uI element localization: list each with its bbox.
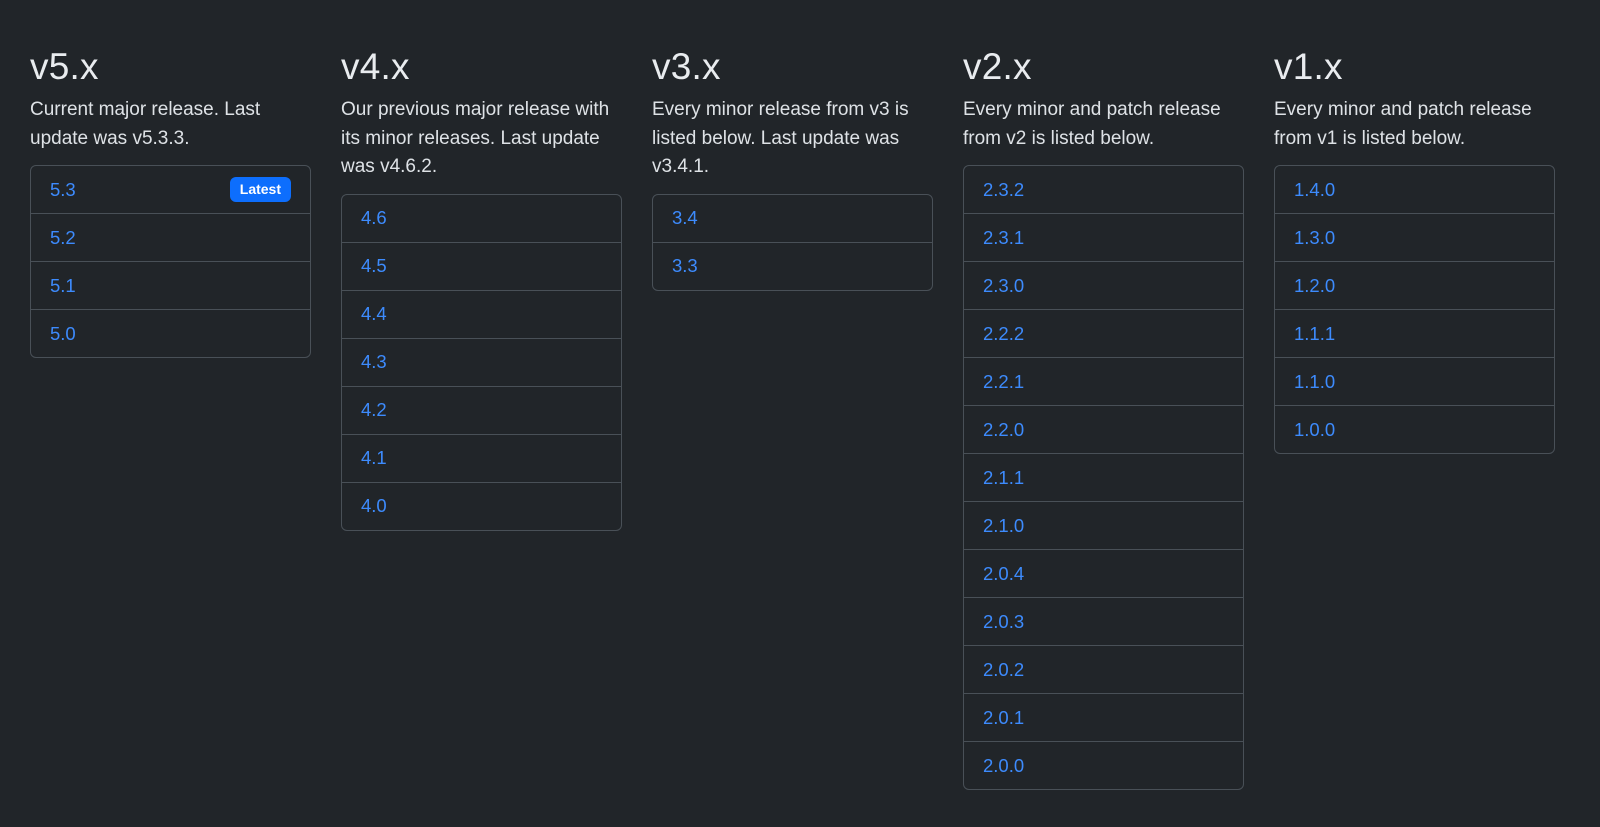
version-columns: v5.x Current major release. Last update …: [30, 42, 1555, 790]
version-item[interactable]: 1.4.0: [1275, 166, 1554, 213]
version-item[interactable]: 1.1.0: [1275, 357, 1554, 405]
version-item[interactable]: 2.3.2: [964, 166, 1243, 213]
version-link[interactable]: 4.1: [361, 447, 387, 469]
version-item[interactable]: 2.0.1: [964, 693, 1243, 741]
column-title: v2.x: [963, 46, 1032, 87]
column-description: Our previous major release with its mino…: [341, 99, 610, 177]
version-item[interactable]: 1.2.0: [1275, 261, 1554, 309]
version-item[interactable]: 2.2.1: [964, 357, 1243, 405]
version-link[interactable]: 4.6: [361, 207, 387, 229]
version-link[interactable]: 1.1.1: [1294, 323, 1335, 345]
version-item[interactable]: 4.5: [342, 241, 621, 290]
version-list: 3.4 3.3: [652, 193, 933, 291]
column-description: Current major release. Last update was v…: [30, 99, 261, 149]
version-item[interactable]: 4.2: [342, 385, 621, 434]
column-description: Every minor release from v3 is listed be…: [652, 99, 909, 177]
version-link[interactable]: 2.3.2: [983, 179, 1024, 201]
version-item[interactable]: 4.0: [342, 481, 621, 530]
version-link[interactable]: 5.1: [50, 275, 76, 297]
version-link[interactable]: 3.3: [672, 255, 698, 277]
version-link[interactable]: 4.5: [361, 255, 387, 277]
column-description: Every minor and patch release from v1 is…: [1274, 99, 1532, 149]
version-item[interactable]: 2.1.0: [964, 501, 1243, 549]
version-item[interactable]: 4.6: [342, 195, 621, 242]
column-title: v5.x: [30, 46, 99, 87]
version-link[interactable]: 1.2.0: [1294, 275, 1335, 297]
version-item[interactable]: 1.3.0: [1275, 213, 1554, 261]
version-link[interactable]: 2.0.4: [983, 563, 1024, 585]
version-link[interactable]: 2.0.1: [983, 707, 1024, 729]
version-link[interactable]: 5.0: [50, 323, 76, 345]
version-link[interactable]: 2.1.1: [983, 467, 1024, 489]
column-title: v3.x: [652, 46, 721, 87]
version-item[interactable]: 2.0.0: [964, 741, 1243, 789]
version-link[interactable]: 4.2: [361, 399, 387, 421]
version-link[interactable]: 1.1.0: [1294, 371, 1335, 393]
version-item[interactable]: 5.0: [31, 309, 310, 357]
version-item[interactable]: 4.1: [342, 433, 621, 482]
version-item[interactable]: 5.1: [31, 261, 310, 309]
version-column-v3: v3.x Every minor release from v3 is list…: [652, 42, 933, 790]
column-title: v1.x: [1274, 46, 1343, 87]
version-item[interactable]: 5.2: [31, 213, 310, 261]
version-column-v4: v4.x Our previous major release with its…: [341, 42, 622, 790]
version-item[interactable]: 2.0.2: [964, 645, 1243, 693]
version-link[interactable]: 2.1.0: [983, 515, 1024, 537]
version-link[interactable]: 3.4: [672, 207, 698, 229]
version-item[interactable]: 3.3: [653, 241, 932, 290]
version-link[interactable]: 4.0: [361, 495, 387, 517]
version-link[interactable]: 2.2.2: [983, 323, 1024, 345]
column-title: v4.x: [341, 46, 410, 87]
version-item[interactable]: 2.1.1: [964, 453, 1243, 501]
version-item[interactable]: 2.3.1: [964, 213, 1243, 261]
version-column-v2: v2.x Every minor and patch release from …: [963, 42, 1244, 790]
version-link[interactable]: 4.4: [361, 303, 387, 325]
version-item[interactable]: 2.2.0: [964, 405, 1243, 453]
version-link[interactable]: 1.4.0: [1294, 179, 1335, 201]
column-description: Every minor and patch release from v2 is…: [963, 99, 1221, 149]
version-list: 2.3.2 2.3.1 2.3.0 2.2.2 2.2.1 2.2.0 2.1.…: [963, 165, 1244, 790]
version-column-v1: v1.x Every minor and patch release from …: [1274, 42, 1555, 790]
version-link[interactable]: 2.2.1: [983, 371, 1024, 393]
version-item[interactable]: 1.1.1: [1275, 309, 1554, 357]
version-item[interactable]: 1.0.0: [1275, 405, 1554, 453]
version-item[interactable]: 4.3: [342, 337, 621, 386]
version-link[interactable]: 2.0.2: [983, 659, 1024, 681]
version-link[interactable]: 1.3.0: [1294, 227, 1335, 249]
version-item[interactable]: 5.3 Latest: [31, 166, 310, 213]
latest-badge: Latest: [229, 177, 291, 202]
version-item[interactable]: 2.3.0: [964, 261, 1243, 309]
version-list: 1.4.0 1.3.0 1.2.0 1.1.1 1.1.0 1.0.0: [1274, 165, 1555, 454]
version-link[interactable]: 2.0.0: [983, 755, 1024, 777]
version-link[interactable]: 4.3: [361, 351, 387, 373]
version-link[interactable]: 2.3.1: [983, 227, 1024, 249]
version-list: 4.6 4.5 4.4 4.3 4.2 4.1 4.0: [341, 193, 622, 531]
version-link[interactable]: 5.2: [50, 227, 76, 249]
versions-page: v5.x Current major release. Last update …: [0, 0, 1600, 827]
version-column-v5: v5.x Current major release. Last update …: [30, 42, 311, 790]
version-item[interactable]: 2.0.4: [964, 549, 1243, 597]
version-link[interactable]: 1.0.0: [1294, 419, 1335, 441]
version-list: 5.3 Latest 5.2 5.1 5.0: [30, 165, 311, 358]
version-link[interactable]: 5.3: [50, 179, 76, 201]
version-item[interactable]: 2.2.2: [964, 309, 1243, 357]
version-link[interactable]: 2.3.0: [983, 275, 1024, 297]
version-item[interactable]: 4.4: [342, 289, 621, 338]
version-item[interactable]: 3.4: [653, 195, 932, 242]
version-link[interactable]: 2.2.0: [983, 419, 1024, 441]
version-item[interactable]: 2.0.3: [964, 597, 1243, 645]
version-link[interactable]: 2.0.3: [983, 611, 1024, 633]
